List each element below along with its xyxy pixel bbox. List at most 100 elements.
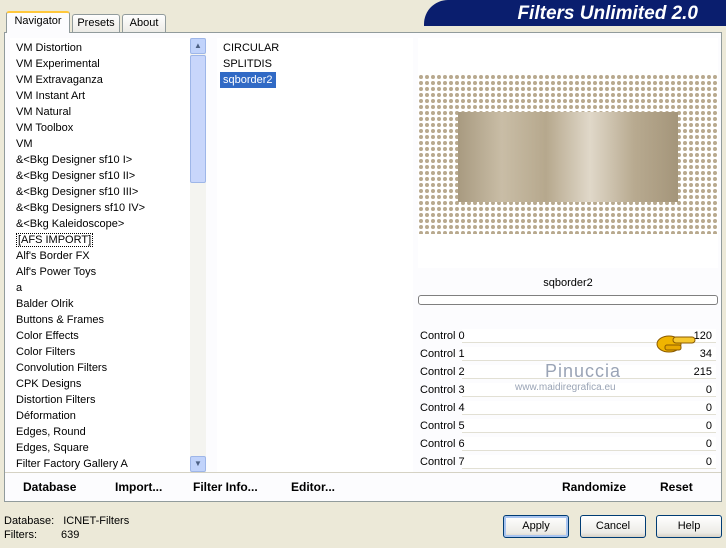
category-item[interactable]: Edges, Square: [10, 440, 190, 456]
filters-count: 639: [61, 529, 80, 541]
tab-presets[interactable]: Presets: [72, 14, 120, 32]
cancel-button[interactable]: Cancel: [580, 515, 646, 538]
progress-bar: [418, 295, 718, 305]
control-value: 0: [705, 456, 712, 468]
category-item[interactable]: &<Bkg Designer sf10 III>: [10, 184, 190, 200]
control-label: Control 2: [420, 366, 465, 378]
category-item-label: CPK Designs: [16, 378, 82, 390]
category-item[interactable]: Filter Factory Gallery A: [10, 456, 190, 472]
category-item[interactable]: VM Natural: [10, 104, 190, 120]
preview-pane: [418, 38, 718, 268]
control-label: Control 0: [420, 330, 465, 342]
category-item[interactable]: Color Filters: [10, 344, 190, 360]
category-item-label: Color Filters: [16, 346, 76, 358]
filter-list[interactable]: CIRCULAR SPLITDIS sqborder2: [217, 38, 413, 472]
category-item[interactable]: &<Bkg Designer sf10 I>: [10, 152, 190, 168]
control-value: 0: [705, 384, 712, 396]
category-item[interactable]: Alf's Power Toys: [10, 264, 190, 280]
filter-info-button[interactable]: Filter Info...: [193, 480, 258, 494]
control-label: Control 7: [420, 456, 465, 468]
control-label: Control 5: [420, 420, 465, 432]
control-slider[interactable]: [462, 419, 716, 433]
category-item-label: Balder Olrik: [16, 298, 74, 310]
apply-button[interactable]: Apply: [503, 515, 569, 538]
tab-navigator[interactable]: Navigator: [6, 11, 70, 33]
preview-image: [418, 74, 718, 234]
category-item[interactable]: Convolution Filters: [10, 360, 190, 376]
category-item[interactable]: Balder Olrik: [10, 296, 190, 312]
scroll-up-icon[interactable]: ▲: [190, 38, 206, 54]
database-value: ICNET-Filters: [63, 515, 130, 527]
category-item[interactable]: &<Bkg Designer sf10 II>: [10, 168, 190, 184]
editor-button[interactable]: Editor...: [291, 480, 335, 494]
control-slider[interactable]: [462, 401, 716, 415]
preview-filter-name: sqborder2: [543, 277, 593, 289]
pointing-hand-icon: [656, 335, 696, 353]
category-item-label: [AFS IMPORT]: [16, 233, 94, 247]
category-item[interactable]: VM: [10, 136, 190, 152]
help-button[interactable]: Help: [656, 515, 722, 538]
category-scrollbar[interactable]: ▲ ▼: [190, 38, 206, 472]
control-label: Control 3: [420, 384, 465, 396]
category-item-label: &<Bkg Designer sf10 II>: [16, 170, 136, 182]
category-item-label: VM Instant Art: [16, 90, 86, 102]
category-item[interactable]: Buttons & Frames: [10, 312, 190, 328]
control-label: Control 6: [420, 438, 465, 450]
watermark-url: www.maidiregrafica.eu: [515, 382, 616, 393]
category-item-label: a: [16, 282, 23, 294]
control-value: 215: [693, 366, 712, 378]
app-banner: Filters Unlimited 2.0: [424, 0, 726, 26]
category-item[interactable]: Edges, Round: [10, 424, 190, 440]
category-item[interactable]: [AFS IMPORT]: [10, 232, 190, 248]
category-item-label: VM Experimental: [16, 58, 100, 70]
category-item-label: Edges, Square: [16, 442, 89, 454]
filter-item[interactable]: SPLITDIS: [217, 56, 413, 72]
control-row: Control 6 0: [418, 435, 716, 453]
category-list[interactable]: VM Distortion VM Experimental VM Extravaga…: [10, 38, 190, 472]
category-item[interactable]: CPK Designs: [10, 376, 190, 392]
control-label: Control 4: [420, 402, 465, 414]
category-item[interactable]: &<Bkg Kaleidoscope>: [10, 216, 190, 232]
toolbar-divider: [5, 472, 721, 473]
category-item-label: Déformation: [16, 410, 76, 422]
category-item-label: VM Toolbox: [16, 122, 74, 134]
category-item[interactable]: VM Instant Art: [10, 88, 190, 104]
category-item-label: VM Distortion: [16, 42, 83, 54]
database-button[interactable]: Database: [23, 480, 76, 494]
control-slider[interactable]: [462, 437, 716, 451]
category-item-label: Convolution Filters: [16, 362, 108, 374]
category-item-label: VM Extravaganza: [16, 74, 103, 86]
control-label: Control 1: [420, 348, 465, 360]
control-row: Control 7 0: [418, 453, 716, 471]
category-item-label: Edges, Round: [16, 426, 86, 438]
category-item[interactable]: Distortion Filters: [10, 392, 190, 408]
category-item-label: Distortion Filters: [16, 394, 96, 406]
reset-button[interactable]: Reset: [660, 480, 693, 494]
category-item[interactable]: &<Bkg Designers sf10 IV>: [10, 200, 190, 216]
import-button[interactable]: Import...: [115, 480, 162, 494]
category-item-label: Color Effects: [16, 330, 79, 342]
category-item[interactable]: VM Toolbox: [10, 120, 190, 136]
filter-item[interactable]: CIRCULAR: [217, 40, 413, 56]
control-row: Control 5 0: [418, 417, 716, 435]
category-item[interactable]: VM Extravaganza: [10, 72, 190, 88]
control-slider[interactable]: [462, 455, 716, 469]
control-value: 34: [699, 348, 712, 360]
randomize-button[interactable]: Randomize: [562, 480, 626, 494]
category-item-label: Alf's Border FX: [16, 250, 90, 262]
category-item[interactable]: VM Experimental: [10, 56, 190, 72]
category-item[interactable]: a: [10, 280, 190, 296]
tab-about[interactable]: About: [122, 14, 166, 32]
database-label: Database:: [4, 515, 55, 527]
scroll-thumb[interactable]: [190, 55, 206, 183]
control-value: 0: [705, 420, 712, 432]
category-item[interactable]: Alf's Border FX: [10, 248, 190, 264]
filter-item[interactable]: sqborder2: [220, 72, 276, 88]
scroll-down-icon[interactable]: ▼: [190, 456, 206, 472]
filters-status: Filters: 639: [4, 529, 79, 541]
category-item[interactable]: Color Effects: [10, 328, 190, 344]
category-item[interactable]: VM Distortion: [10, 40, 190, 56]
navigator-panel: VM Distortion VM Experimental VM Extravaga…: [4, 32, 722, 502]
category-item[interactable]: Déformation: [10, 408, 190, 424]
control-row: Control 4 0: [418, 399, 716, 417]
